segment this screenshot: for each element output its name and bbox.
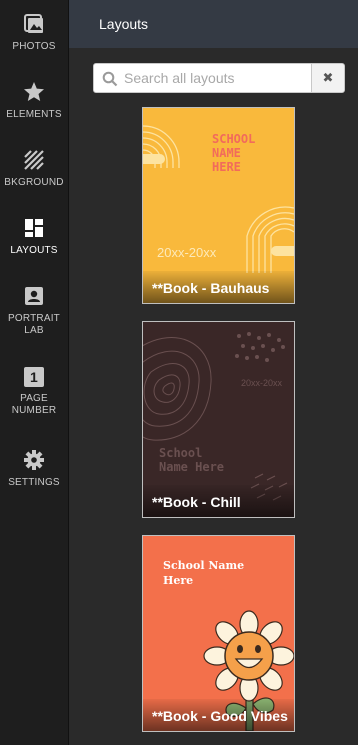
sidebar: PHOTOS ELEMENTS BKGROUND LAYOUTS PORTRAI… (0, 0, 69, 745)
sidebar-item-label: LAYOUTS (10, 245, 58, 256)
page-number-icon: 1 (24, 367, 44, 387)
sidebar-item-label: ELEMENTS (6, 109, 62, 120)
panel-title: Layouts (99, 16, 149, 32)
card-label-bar: **Book - Chill (143, 485, 294, 517)
sidebar-item-background[interactable]: BKGROUND (0, 149, 68, 189)
layouts-panel: Layouts ✖ (69, 0, 358, 745)
layout-card-good-vibes[interactable]: School Name Here **Book - Good Vibes (142, 535, 295, 732)
gear-icon (24, 450, 44, 470)
layout-date-text: 20xx-20xx (157, 245, 217, 260)
search-icon (102, 71, 118, 87)
close-icon: ✖ (322, 70, 334, 85)
sidebar-item-elements[interactable]: ELEMENTS (0, 81, 68, 121)
search-bar: ✖ (93, 63, 345, 93)
sidebar-item-label: LAB (24, 325, 44, 336)
layout-title-text: School Name Here (159, 446, 225, 474)
search-input[interactable] (124, 67, 304, 89)
sidebar-item-page-number[interactable]: 1 PAGE NUMBER (0, 367, 68, 417)
sidebar-item-settings[interactable]: SETTINGS (0, 449, 68, 489)
layout-date-text: 20xx-20xx (241, 378, 283, 388)
sidebar-item-label: PORTRAIT (8, 313, 60, 324)
sidebar-item-layouts[interactable]: LAYOUTS (0, 217, 68, 257)
sidebar-item-photos[interactable]: PHOTOS (0, 13, 68, 53)
layout-card-name: **Book - Bauhaus (152, 280, 270, 296)
layout-card-bauhaus[interactable]: SCHOOL NAME HERE 20xx-20xx **Book - Bauh… (142, 107, 295, 304)
search-field (93, 63, 312, 93)
sidebar-item-label: SETTINGS (8, 477, 60, 488)
portrait-icon (25, 287, 43, 305)
layout-card-chill[interactable]: 20xx-20xx School Name Here **Book - Chil… (142, 321, 295, 518)
clear-search-button[interactable]: ✖ (311, 63, 345, 93)
sidebar-item-portrait-lab[interactable]: PORTRAIT LAB (0, 285, 68, 337)
sidebar-item-label: PHOTOS (12, 41, 56, 52)
sidebar-item-label: PAGE (20, 393, 48, 404)
layout-title-text: School Name Here (163, 559, 245, 587)
card-label-bar: **Book - Good Vibes (143, 699, 294, 731)
background-stripes-icon (24, 150, 44, 170)
panel-header: Layouts (69, 0, 358, 48)
layouts-grid-icon (25, 219, 43, 237)
card-label-bar: **Book - Bauhaus (143, 271, 294, 303)
photos-icon (24, 14, 43, 33)
sidebar-item-label: NUMBER (11, 405, 57, 416)
layout-card-name: **Book - Chill (152, 494, 241, 510)
layout-title-text: SCHOOL NAME HERE (212, 132, 256, 174)
sidebar-item-label: BKGROUND (4, 177, 64, 188)
layout-card-name: **Book - Good Vibes (152, 708, 288, 724)
star-icon (24, 82, 44, 101)
